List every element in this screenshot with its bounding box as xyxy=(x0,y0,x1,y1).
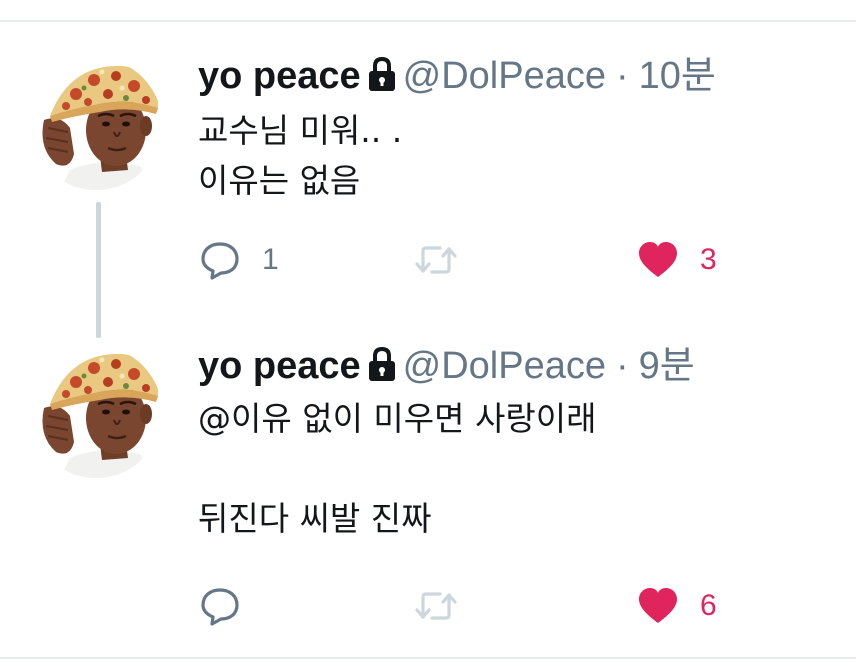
tweet-text: @이유 없이 미우면 사랑이래 뒤진다 씨발 진짜 xyxy=(198,399,597,538)
lock-icon xyxy=(367,346,397,382)
retweet-button[interactable] xyxy=(414,238,480,282)
like-count: 6 xyxy=(700,589,717,622)
like-button[interactable]: 3 xyxy=(638,238,717,282)
retweet-icon xyxy=(415,246,457,274)
reply-icon xyxy=(201,242,239,280)
reply-icon xyxy=(201,588,239,626)
like-count: 3 xyxy=(700,243,717,276)
like-button[interactable]: 6 xyxy=(638,584,717,628)
tweet-actions: 1 3 xyxy=(198,238,758,282)
heart-icon xyxy=(639,242,677,277)
avatar-image xyxy=(30,346,162,478)
timestamp[interactable]: 9분 xyxy=(639,345,695,387)
display-name[interactable]: yo peace xyxy=(198,55,361,97)
display-name[interactable]: yo peace xyxy=(198,345,361,387)
avatar[interactable] xyxy=(30,58,162,190)
avatar[interactable] xyxy=(30,346,162,478)
bottom-divider xyxy=(0,657,856,659)
reply-button[interactable]: 1 xyxy=(200,238,279,282)
thread-connector-line xyxy=(96,202,101,338)
avatar-image xyxy=(30,58,162,190)
retweet-button[interactable] xyxy=(414,584,480,628)
user-handle[interactable]: @DolPeace xyxy=(403,55,606,97)
top-divider xyxy=(0,20,856,22)
tweet-actions: 6 xyxy=(198,584,758,628)
lock-icon xyxy=(367,56,397,92)
reply-count: 1 xyxy=(262,243,279,276)
header-separator: · xyxy=(616,345,629,387)
reply-button[interactable] xyxy=(200,584,262,628)
timestamp[interactable]: 10분 xyxy=(639,55,716,97)
user-handle[interactable]: @DolPeace xyxy=(403,345,606,387)
tweet-header: yo peace @DolPeace · 9분 xyxy=(198,346,695,385)
retweet-icon xyxy=(415,592,457,620)
heart-icon xyxy=(639,588,677,623)
tweet-header: yo peace @DolPeace · 10분 xyxy=(198,56,716,95)
tweet-text: 교수님 미워.. . 이유는 없음 xyxy=(198,111,403,200)
header-separator: · xyxy=(616,55,629,97)
timeline: yo peace @DolPeace · 10분 교수님 미워.. . 이유는 없음 … xyxy=(0,0,856,668)
